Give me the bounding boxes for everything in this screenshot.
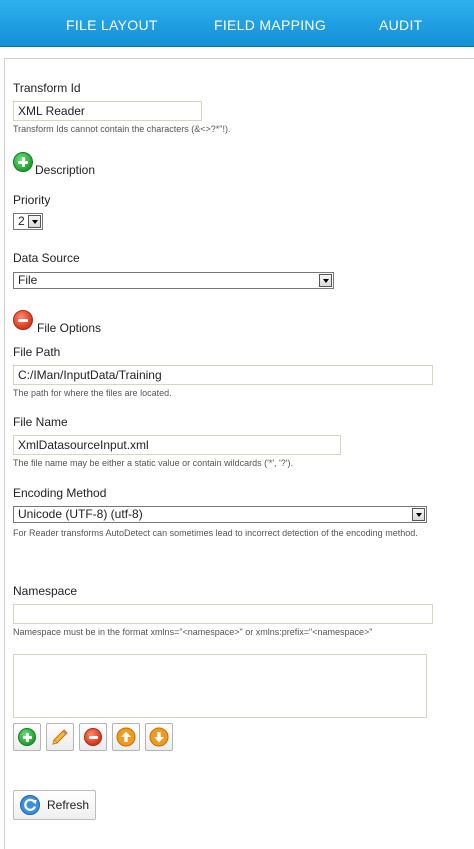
file-options-label[interactable]: File Options bbox=[37, 321, 101, 335]
transform-id-input[interactable]: XML Reader bbox=[13, 101, 202, 121]
description-label[interactable]: Description bbox=[35, 163, 95, 177]
move-up-icon bbox=[116, 727, 136, 747]
file-name-label: File Name bbox=[13, 415, 68, 429]
transform-id-hint: Transform Ids cannot contain the charact… bbox=[13, 124, 231, 134]
encoding-value: Unicode (UTF-8) (utf-8) bbox=[18, 507, 143, 521]
move-down-icon bbox=[149, 727, 169, 747]
file-path-input[interactable]: C:/IMan/InputData/Training bbox=[13, 365, 433, 385]
priority-select[interactable]: 2 bbox=[13, 213, 43, 230]
tab-audit[interactable]: AUDIT bbox=[379, 0, 423, 46]
remove-namespace-button[interactable] bbox=[79, 723, 107, 751]
chevron-down-icon bbox=[319, 274, 332, 287]
tab-field-mapping[interactable]: FIELD MAPPING bbox=[214, 0, 326, 46]
namespace-input[interactable] bbox=[13, 604, 433, 624]
namespace-toolbar bbox=[13, 723, 183, 751]
refresh-label: Refresh bbox=[47, 798, 90, 812]
chevron-down-icon bbox=[28, 215, 41, 228]
collapse-file-options-icon[interactable] bbox=[13, 310, 33, 330]
move-down-button[interactable] bbox=[145, 723, 173, 751]
namespace-hint: Namespace must be in the format xmlns="<… bbox=[13, 627, 373, 637]
encoding-label: Encoding Method bbox=[13, 486, 107, 500]
data-source-select[interactable]: File bbox=[13, 272, 334, 289]
priority-label: Priority bbox=[13, 193, 51, 207]
data-source-label: Data Source bbox=[13, 251, 80, 265]
file-path-hint: The path for where the files are located… bbox=[13, 388, 172, 398]
encoding-select[interactable]: Unicode (UTF-8) (utf-8) bbox=[13, 506, 427, 523]
remove-icon bbox=[84, 728, 102, 746]
transform-id-label: Transform Id bbox=[13, 81, 81, 95]
refresh-icon bbox=[20, 795, 40, 815]
namespace-list[interactable] bbox=[13, 654, 427, 718]
file-name-hint: The file name may be either a static val… bbox=[13, 458, 293, 468]
add-description-icon[interactable] bbox=[13, 152, 33, 172]
add-icon bbox=[18, 728, 36, 746]
edit-namespace-button[interactable] bbox=[46, 723, 74, 751]
edit-pencil-icon bbox=[52, 729, 68, 745]
namespace-label: Namespace bbox=[13, 584, 78, 598]
top-tab-bar: FILE LAYOUT FIELD MAPPING AUDIT bbox=[0, 0, 474, 47]
tab-file-layout[interactable]: FILE LAYOUT bbox=[66, 0, 158, 46]
add-namespace-button[interactable] bbox=[13, 723, 41, 751]
file-path-label: File Path bbox=[13, 345, 61, 359]
move-up-button[interactable] bbox=[112, 723, 140, 751]
refresh-button[interactable]: Refresh bbox=[13, 790, 96, 820]
data-source-value: File bbox=[18, 273, 38, 287]
priority-value: 2 bbox=[18, 214, 25, 228]
chevron-down-icon bbox=[412, 508, 425, 521]
encoding-hint: For Reader transforms AutoDetect can som… bbox=[13, 528, 418, 538]
file-name-input[interactable]: XmlDatasourceInput.xml bbox=[13, 435, 341, 455]
